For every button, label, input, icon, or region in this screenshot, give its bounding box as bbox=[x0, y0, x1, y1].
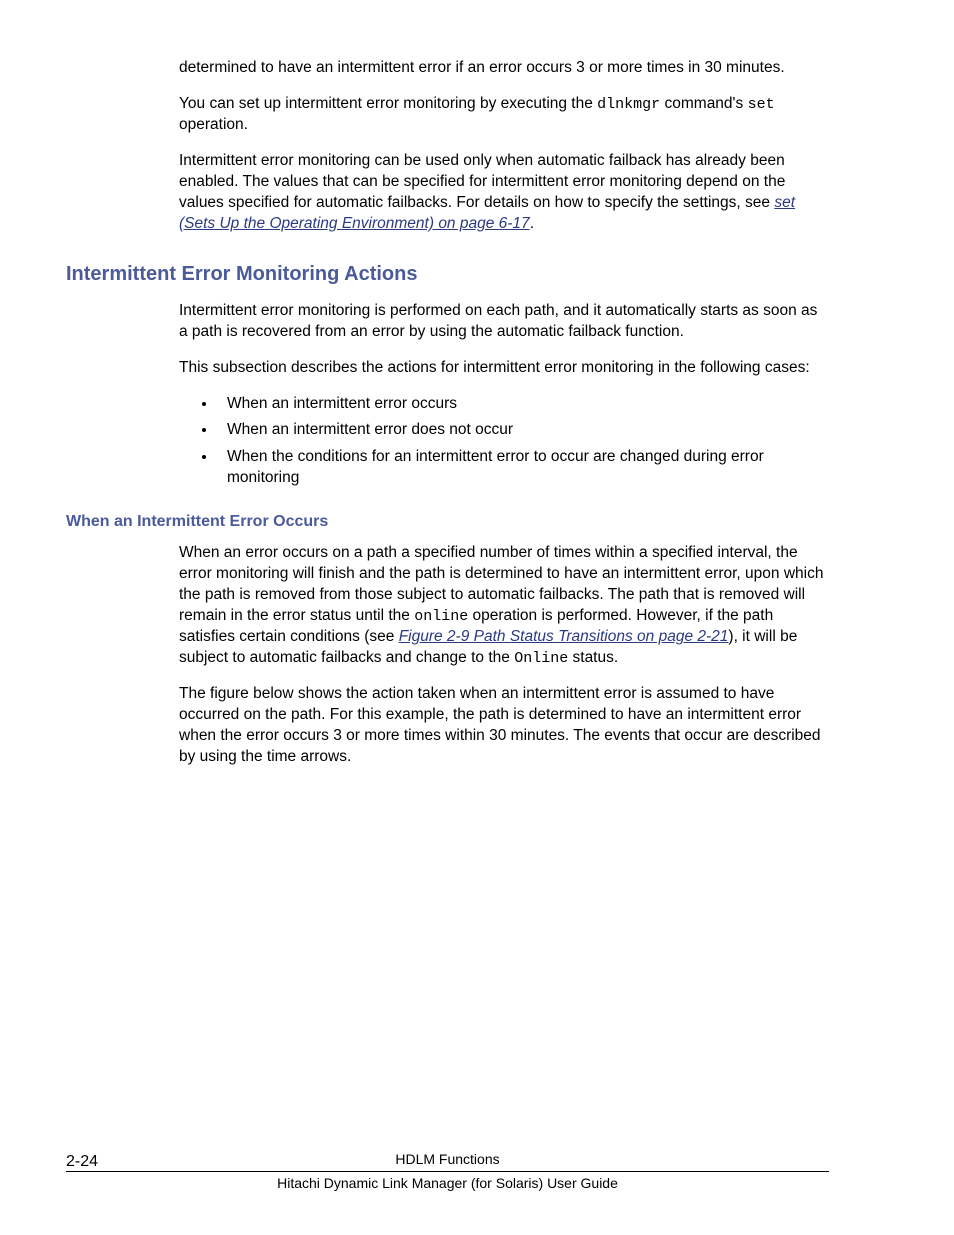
code-inline: dlnkmgr bbox=[597, 96, 660, 113]
text: operation. bbox=[179, 116, 248, 133]
text: status. bbox=[568, 649, 618, 666]
list-item: When an intermittent error does not occu… bbox=[217, 420, 829, 441]
bullet-list: When an intermittent error occurs When a… bbox=[217, 394, 829, 490]
list-item: When the conditions for an intermittent … bbox=[217, 447, 829, 489]
page-content: determined to have an intermittent error… bbox=[0, 0, 954, 768]
paragraph: Intermittent error monitoring is perform… bbox=[179, 301, 829, 343]
paragraph: determined to have an intermittent error… bbox=[179, 58, 829, 79]
footer-rule bbox=[66, 1171, 829, 1172]
body-block-1: determined to have an intermittent error… bbox=[179, 58, 829, 235]
code-inline: set bbox=[748, 96, 775, 113]
paragraph: Intermittent error monitoring can be use… bbox=[179, 151, 829, 235]
body-block-3: When an error occurs on a path a specifi… bbox=[179, 543, 829, 768]
text: . bbox=[530, 215, 534, 232]
code-inline: Online bbox=[514, 650, 568, 667]
paragraph: The figure below shows the action taken … bbox=[179, 684, 829, 768]
footer-section: HDLM Functions bbox=[66, 1151, 829, 1167]
paragraph: You can set up intermittent error monito… bbox=[179, 94, 829, 136]
text: You can set up intermittent error monito… bbox=[179, 95, 597, 112]
text: Intermittent error monitoring can be use… bbox=[179, 152, 785, 211]
code-inline: online bbox=[414, 608, 468, 625]
page-footer: 2-24 HDLM Functions Hitachi Dynamic Link… bbox=[66, 1151, 829, 1191]
heading-when-intermittent-error-occurs: When an Intermittent Error Occurs bbox=[66, 513, 829, 531]
link-figure-2-9[interactable]: Figure 2-9 Path Status Transitions on pa… bbox=[399, 628, 729, 645]
paragraph: When an error occurs on a path a specifi… bbox=[179, 543, 829, 669]
footer-title: Hitachi Dynamic Link Manager (for Solari… bbox=[66, 1175, 829, 1191]
body-block-2: Intermittent error monitoring is perform… bbox=[179, 301, 829, 489]
text: command's bbox=[660, 95, 747, 112]
heading-intermittent-error-monitoring-actions: Intermittent Error Monitoring Actions bbox=[66, 263, 829, 286]
list-item: When an intermittent error occurs bbox=[217, 394, 829, 415]
page-number: 2-24 bbox=[66, 1153, 98, 1171]
paragraph: This subsection describes the actions fo… bbox=[179, 358, 829, 379]
